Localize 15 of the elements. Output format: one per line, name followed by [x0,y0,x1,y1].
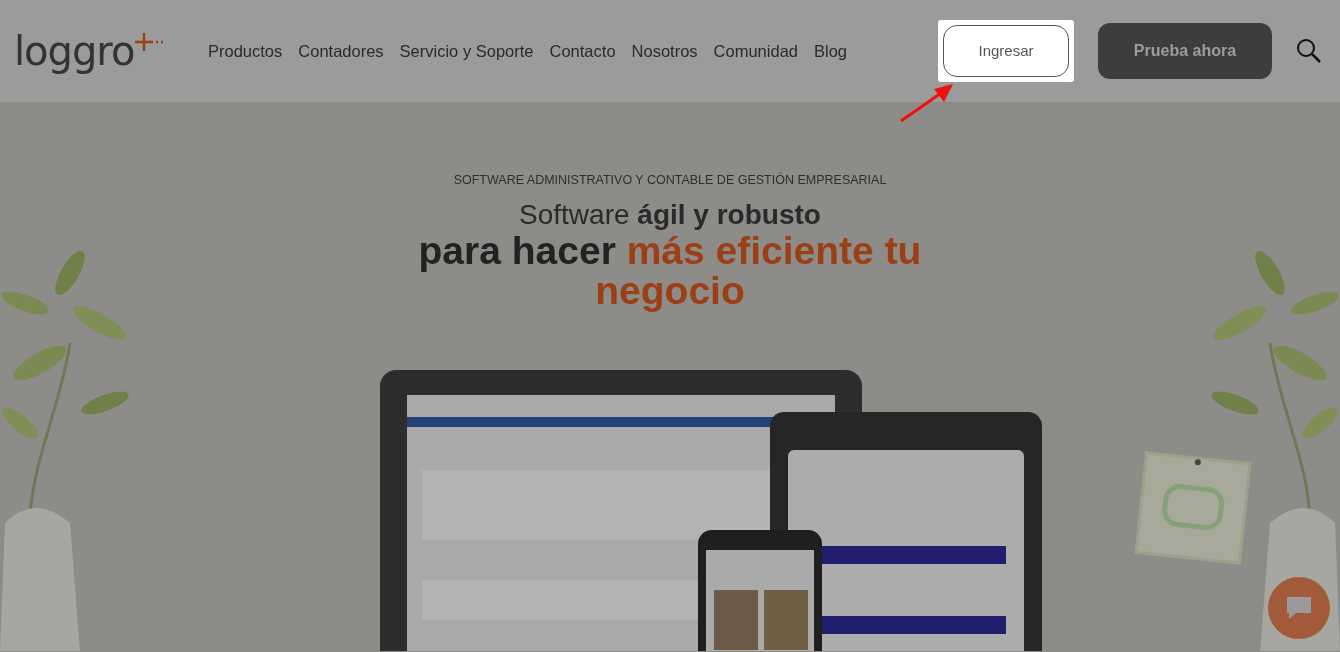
nav-link[interactable]: Nosotros [631,38,698,64]
hero-headline: para hacer más eficiente tu negocio [417,230,923,313]
nav-link[interactable]: Comunidad [713,38,798,64]
nav-link[interactable]: Contacto [549,38,616,64]
hero-eyebrow: SOFTWARE ADMINISTRATIVO Y CONTABLE DE GESTIÓN EMPRESARIAL [452,171,888,189]
chat-icon [1284,594,1314,622]
nav-link[interactable]: Contadores [298,38,384,64]
login-button[interactable]: Ingresar [943,25,1069,77]
trial-button[interactable]: Prueba ahora [1098,23,1272,79]
nav-link[interactable]: Blog [814,38,847,64]
search-icon[interactable] [1296,38,1322,64]
nav-link[interactable]: Productos [208,38,283,64]
hero-title: Software ágil y robusto [518,199,822,231]
annotation-arrow [898,83,954,123]
nav-link[interactable]: Servicio y Soporte [399,38,534,64]
